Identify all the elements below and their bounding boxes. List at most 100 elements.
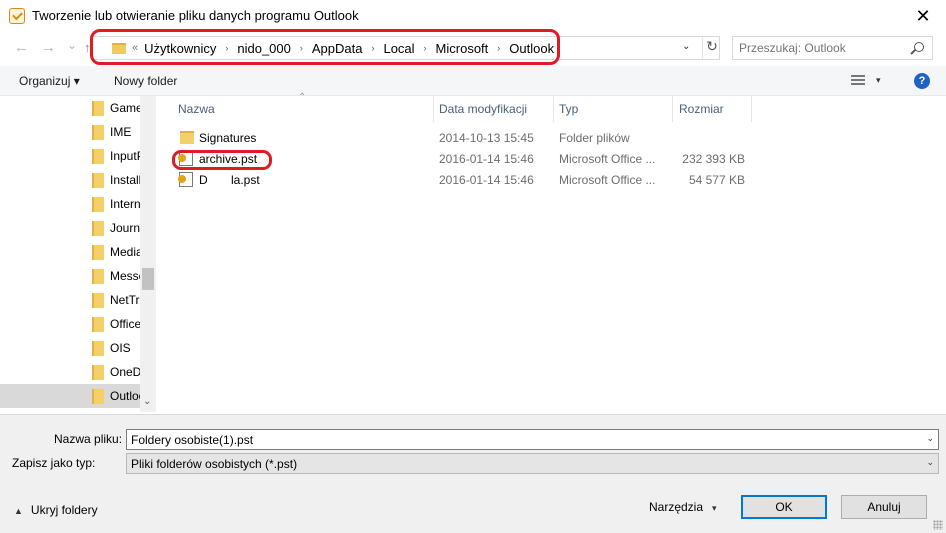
nav-item-internet[interactable]: Internet Explorer — [0, 192, 140, 216]
nav-item-journal[interactable]: Journal — [0, 216, 140, 240]
pst-file-icon — [178, 172, 193, 187]
file-list: ⌃ Nazwa Data modyfikacji Typ Rozmiar Sig… — [158, 92, 946, 412]
nav-pane-scrollbar[interactable]: ⌄ — [140, 96, 156, 412]
breadcrumb-item[interactable]: Użytkownicy — [144, 41, 216, 56]
nav-item-label: Internet Explorer — [110, 197, 140, 211]
nav-item-onedrive[interactable]: OneDrive — [0, 360, 140, 384]
breadcrumb: « Użytkownicy › nido_000 › AppData › Loc… — [96, 37, 554, 59]
view-dropdown-icon[interactable]: ▾ — [876, 75, 881, 86]
breadcrumb-item[interactable]: Local — [383, 41, 414, 56]
file-modified: 2016-01-14 15:46 — [439, 173, 534, 187]
column-header-type[interactable]: Typ — [559, 102, 578, 116]
breadcrumb-item[interactable]: Outlook — [509, 41, 554, 56]
address-bar[interactable]: « Użytkownicy › nido_000 › AppData › Loc… — [91, 36, 720, 60]
file-type: Microsoft Office ... — [559, 152, 656, 166]
breadcrumb-item[interactable]: Microsoft — [436, 41, 489, 56]
nav-item-nettraffic[interactable]: NetTraffic — [0, 288, 140, 312]
tools-label: Narzędzia — [649, 500, 704, 514]
nav-item-ime[interactable]: IME — [0, 120, 140, 144]
ok-button[interactable]: OK — [741, 495, 827, 519]
filetype-dropdown-icon[interactable]: ⌄ — [926, 457, 934, 468]
file-name: D la.pst — [199, 173, 260, 187]
breadcrumb-separator-icon[interactable]: › — [497, 43, 500, 53]
up-arrow-icon[interactable]: ↑ — [84, 40, 91, 56]
nav-item-outlook[interactable]: Outlook — [0, 384, 140, 408]
address-dropdown-icon[interactable]: ⌄ — [682, 41, 690, 52]
folder-icon — [112, 42, 126, 54]
file-type: Microsoft Office ... — [559, 173, 656, 187]
breadcrumb-overflow[interactable]: « — [132, 42, 138, 54]
folder-icon — [92, 341, 104, 356]
resize-grip[interactable] — [933, 520, 943, 530]
folder-icon — [92, 389, 104, 404]
breadcrumb-item[interactable]: AppData — [312, 41, 363, 56]
search-input[interactable] — [739, 40, 904, 56]
filename-combobox[interactable]: ⌄ — [126, 429, 939, 450]
nav-item-installer[interactable]: Installer — [0, 168, 140, 192]
close-button[interactable]: ✕ — [900, 0, 946, 32]
nav-item-ois[interactable]: OIS — [0, 336, 140, 360]
search-icon[interactable] — [914, 42, 924, 52]
breadcrumb-separator-icon[interactable]: › — [424, 43, 427, 53]
nav-item-label: OneDrive — [110, 365, 140, 379]
filename-input[interactable] — [131, 432, 911, 447]
window-title: Tworzenie lub otwieranie pliku danych pr… — [32, 8, 359, 23]
column-header-name[interactable]: Nazwa — [178, 102, 215, 116]
refresh-icon[interactable]: ↻ — [702, 38, 721, 58]
filetype-select[interactable]: Pliki folderów osobistych (*.pst) ⌄ — [126, 453, 939, 474]
nav-item-office[interactable]: Office — [0, 312, 140, 336]
filename-dropdown-icon[interactable]: ⌄ — [926, 433, 934, 444]
column-header-size[interactable]: Rozmiar — [679, 102, 724, 116]
chevron-up-icon: ▲ — [14, 506, 23, 516]
tools-button[interactable]: Narzędzia ▾ — [649, 500, 717, 514]
sort-ascending-icon: ⌃ — [298, 92, 307, 103]
help-icon[interactable]: ? — [914, 73, 930, 89]
folder-icon — [92, 293, 104, 308]
nav-item-label: OIS — [110, 341, 131, 355]
folder-icon — [92, 125, 104, 140]
organize-button[interactable]: Organizuj ▾ — [19, 74, 80, 88]
title-bar: Tworzenie lub otwieranie pliku danych pr… — [0, 0, 946, 32]
folder-icon — [92, 221, 104, 236]
nav-item-input[interactable]: InputPersonalization — [0, 144, 140, 168]
filetype-value: Pliki folderów osobistych (*.pst) — [131, 457, 298, 471]
tools-dropdown-icon: ▾ — [712, 503, 717, 513]
scrollbar-thumb[interactable] — [142, 268, 154, 290]
new-folder-button[interactable]: Nowy folder — [114, 74, 177, 88]
breadcrumb-separator-icon[interactable]: › — [300, 43, 303, 53]
nav-item-label: InputPersonalization — [110, 149, 140, 163]
nav-item-media[interactable]: Media Player — [0, 240, 140, 264]
nav-item-label: Journal — [110, 221, 140, 235]
file-size: 232 393 KB — [682, 152, 745, 166]
cancel-button[interactable]: Anuluj — [841, 495, 927, 519]
column-divider[interactable] — [553, 96, 554, 122]
file-row-archive[interactable]: archive.pst 2016-01-14 15:46 Microsoft O… — [172, 149, 762, 169]
scroll-down-icon[interactable]: ⌄ — [143, 396, 151, 407]
hide-folders-button[interactable]: ▲ Ukryj foldery — [14, 503, 98, 517]
back-arrow-icon[interactable]: ← — [14, 40, 29, 56]
file-row-signatures[interactable]: Signatures 2014-10-13 15:45 Folder plikó… — [172, 128, 762, 148]
nav-item-label: Games — [110, 101, 140, 115]
column-header-modified[interactable]: Data modyfikacji — [439, 102, 527, 116]
nav-item-label: Office — [110, 317, 140, 331]
breadcrumb-item[interactable]: nido_000 — [237, 41, 291, 56]
folder-icon — [92, 173, 104, 188]
column-divider[interactable] — [751, 96, 752, 122]
forward-arrow-icon[interactable]: → — [41, 40, 56, 56]
breadcrumb-separator-icon[interactable]: › — [225, 43, 228, 53]
column-divider[interactable] — [672, 96, 673, 122]
view-options-icon[interactable] — [851, 75, 865, 86]
folder-icon — [92, 149, 104, 164]
folder-icon — [180, 131, 194, 144]
nav-item-games[interactable]: Games — [0, 96, 140, 120]
file-modified: 2016-01-14 15:46 — [439, 152, 534, 166]
breadcrumb-separator-icon[interactable]: › — [371, 43, 374, 53]
recent-locations-icon[interactable]: ⌄ — [67, 37, 77, 53]
file-type: Folder plików — [559, 131, 630, 145]
column-divider[interactable] — [433, 96, 434, 122]
search-box[interactable] — [732, 36, 933, 60]
pst-file-icon — [178, 151, 193, 166]
nav-item-messenger[interactable]: Messenger — [0, 264, 140, 288]
file-row-personal[interactable]: D la.pst 2016-01-14 15:46 Microsoft Offi… — [172, 170, 762, 190]
folder-icon — [92, 269, 104, 284]
